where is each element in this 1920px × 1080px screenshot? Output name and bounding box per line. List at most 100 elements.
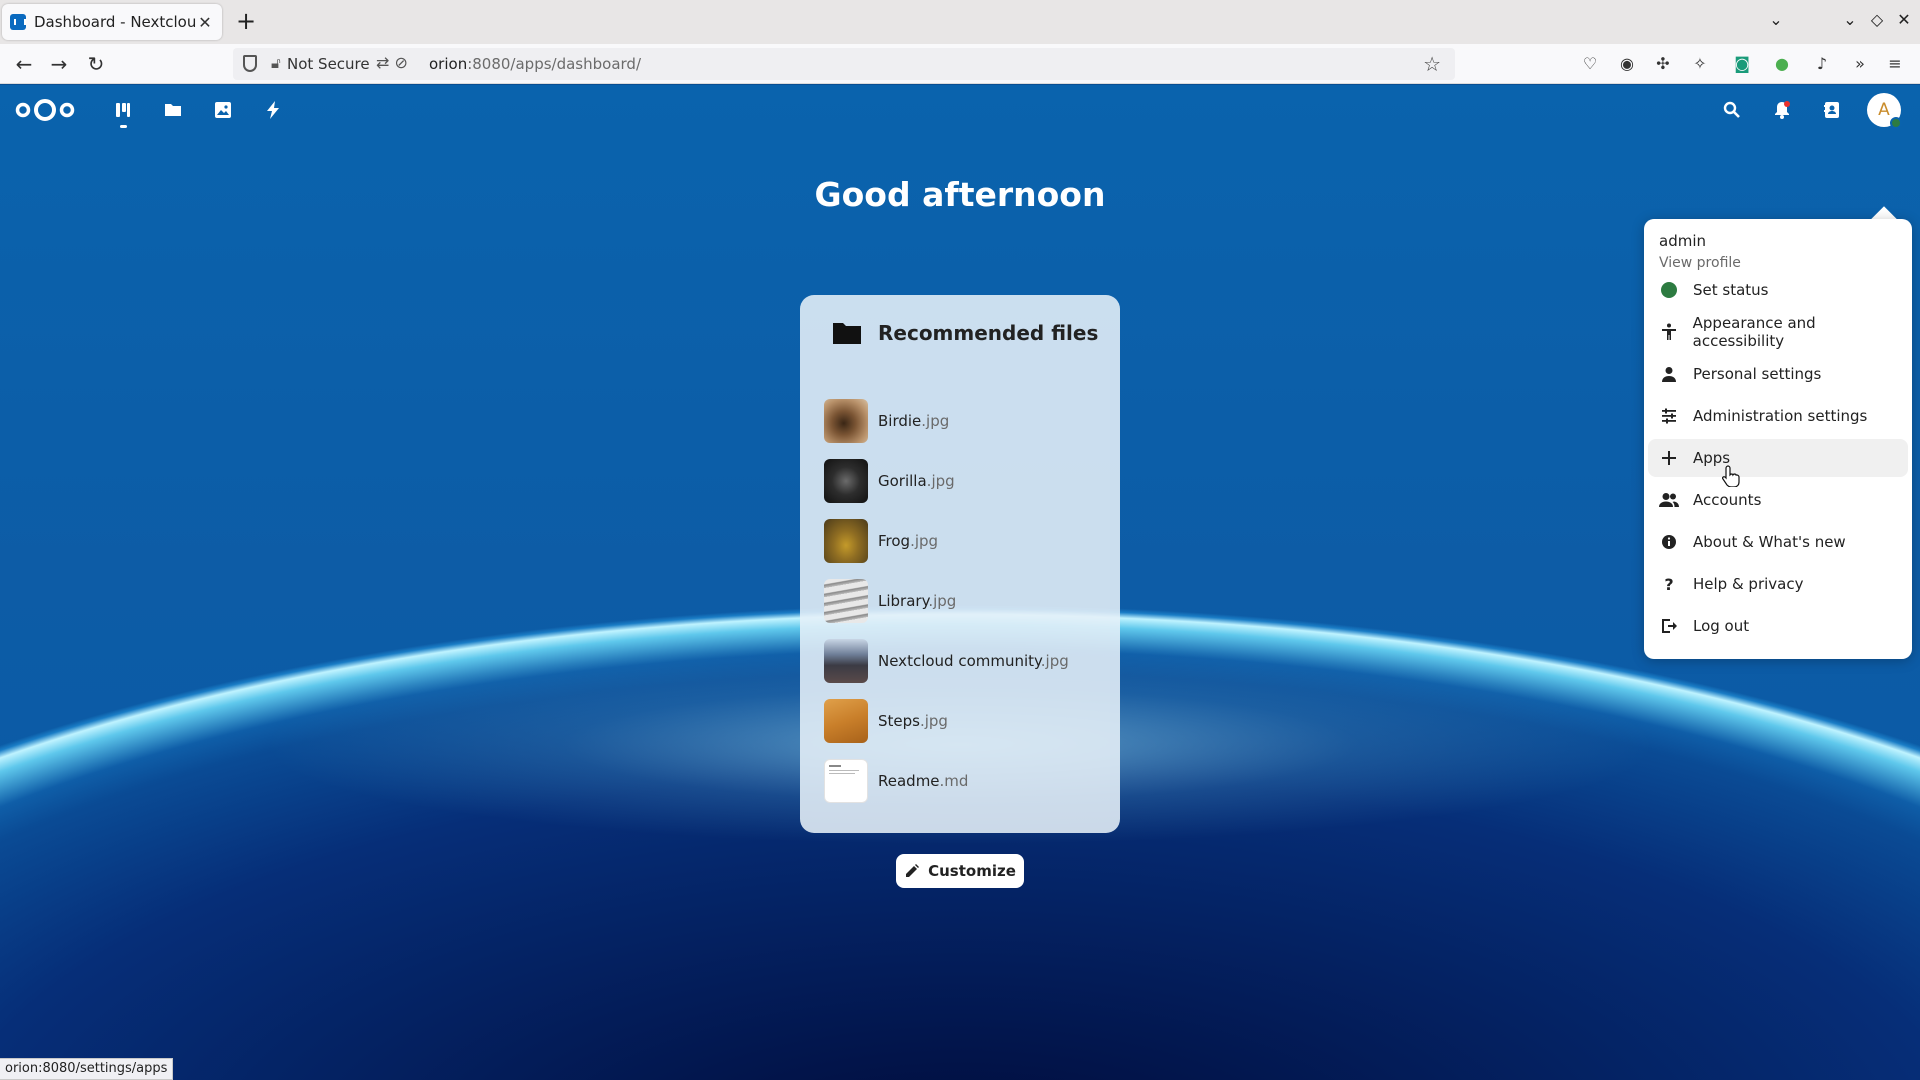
menu-item-label: Appearance and accessibility <box>1692 314 1816 350</box>
hand-cursor-icon <box>1722 465 1740 487</box>
file-name: Gorilla.jpg <box>878 472 955 490</box>
file-name: Library.jpg <box>878 592 957 610</box>
steps-thumbnail <box>824 699 868 743</box>
close-window-icon[interactable]: ✕ <box>1892 10 1916 29</box>
menu-item-accounts[interactable]: Accounts <box>1648 481 1908 519</box>
pocket-icon[interactable]: ♡ <box>1580 54 1600 74</box>
back-icon[interactable]: ← <box>10 50 38 78</box>
customize-button[interactable]: Customize <box>896 854 1024 888</box>
menu-item-personal-settings[interactable]: Personal settings <box>1648 355 1908 393</box>
greeting-heading: Good afternoon <box>814 175 1106 214</box>
dashboard-app-icon[interactable] <box>111 98 135 128</box>
extensions-icon[interactable]: ✣ <box>1653 54 1673 74</box>
extension-puzzle-icon[interactable]: ✧ <box>1690 54 1710 74</box>
customize-label: Customize <box>928 862 1016 880</box>
user-menu: admin View profile Set status Appearance… <box>1644 219 1912 659</box>
url-path: :8080/apps/dashboard/ <box>467 55 641 73</box>
nextcloud-favicon-icon <box>10 14 26 30</box>
photos-app-icon[interactable] <box>211 98 235 122</box>
notifications-bell-icon[interactable] <box>1770 98 1794 122</box>
folder-icon <box>833 323 861 344</box>
nextcloud-dashboard: A Good afternoon Recommended files Birdi… <box>0 85 1920 1080</box>
tab-title: Dashboard - Nextcloud <box>34 13 196 31</box>
file-name: Frog.jpg <box>878 532 939 550</box>
url-bar[interactable]: 🔓︎ Not Secure ⇄ ⊘ orion:8080/apps/dashbo… <box>233 48 1455 80</box>
menu-item-label: Administration settings <box>1693 407 1868 425</box>
list-item[interactable]: Steps.jpg <box>824 691 1104 751</box>
new-tab-button[interactable]: + <box>232 8 260 36</box>
info-icon <box>1659 532 1679 552</box>
music-extension-icon[interactable]: ♪ <box>1812 54 1832 74</box>
online-status-dot <box>1890 117 1902 129</box>
list-item[interactable]: Frog.jpg <box>824 511 1104 571</box>
menu-item-label: Set status <box>1693 281 1769 299</box>
view-profile-link[interactable]: View profile <box>1659 255 1741 271</box>
menu-item-log-out[interactable]: Log out <box>1648 607 1908 645</box>
leaf-extension-icon[interactable]: ● <box>1772 54 1792 74</box>
accessibility-icon <box>1659 322 1679 342</box>
insecure-lock-icon: 🔓︎ <box>271 54 281 72</box>
not-secure-label[interactable]: Not Secure <box>287 55 370 73</box>
list-item[interactable]: Gorilla.jpg <box>824 451 1104 511</box>
nextcloud-community-thumbnail <box>824 639 868 683</box>
list-item[interactable]: Readme.md <box>824 751 1104 811</box>
person-icon <box>1659 364 1679 384</box>
url-text[interactable]: orion:8080/apps/dashboard/ <box>429 55 641 73</box>
maximize-icon[interactable]: ◇ <box>1865 10 1889 29</box>
list-tabs-icon[interactable]: ⌄ <box>1764 10 1788 29</box>
menu-item-administration-settings[interactable]: Administration settings <box>1648 397 1908 435</box>
more-tools-icon[interactable]: » <box>1850 54 1870 74</box>
browser-tab[interactable]: Dashboard - Nextcloud ✕ <box>2 4 222 40</box>
file-list: Birdie.jpg Gorilla.jpg Frog.jpg Library.… <box>824 391 1104 811</box>
widget-title: Recommended files <box>878 321 1099 345</box>
pencil-icon <box>906 864 920 877</box>
menu-item-label: Help & privacy <box>1693 575 1804 593</box>
menu-item-label: Log out <box>1693 617 1750 635</box>
file-name: Steps.jpg <box>878 712 948 730</box>
activity-app-icon[interactable] <box>261 98 285 122</box>
url-host: orion <box>429 55 468 73</box>
minimize-icon[interactable]: ⌄ <box>1838 10 1862 29</box>
file-name: Nextcloud community.jpg <box>878 652 1069 670</box>
browser-status-url: orion:8080/settings/apps <box>0 1058 174 1080</box>
menu-item-apps[interactable]: Apps <box>1648 439 1908 477</box>
nextcloud-logo-icon[interactable] <box>14 97 76 123</box>
status-online-icon <box>1659 280 1679 300</box>
plus-icon <box>1659 448 1679 468</box>
tracking-shield-icon[interactable] <box>243 55 257 72</box>
menu-item-label: About & What's new <box>1693 533 1846 551</box>
contacts-icon[interactable] <box>1820 98 1844 122</box>
permissions-icon[interactable]: ⇄ ⊘ <box>376 53 408 72</box>
user-menu-name[interactable]: admin <box>1659 232 1706 250</box>
menu-item-appearance[interactable]: Appearance and accessibility <box>1648 313 1908 351</box>
list-item[interactable]: Birdie.jpg <box>824 391 1104 451</box>
menu-item-label: Accounts <box>1693 491 1762 509</box>
reload-icon[interactable]: ↻ <box>82 50 110 78</box>
forward-icon[interactable]: → <box>45 50 73 78</box>
menu-item-set-status[interactable]: Set status <box>1648 271 1908 309</box>
logout-icon <box>1659 616 1679 636</box>
menu-item-about[interactable]: About & What's new <box>1648 523 1908 561</box>
close-tab-icon[interactable]: ✕ <box>196 13 214 32</box>
menu-icon[interactable]: ≡ <box>1885 54 1905 74</box>
search-icon[interactable] <box>1720 98 1744 122</box>
readme-thumbnail <box>824 759 868 803</box>
tune-icon <box>1659 406 1679 426</box>
recommended-files-widget: Recommended files Birdie.jpg Gorilla.jpg… <box>800 295 1120 833</box>
birdie-thumbnail <box>824 399 868 443</box>
screenshot-extension-icon[interactable]: ◙ <box>1732 54 1752 74</box>
file-name: Birdie.jpg <box>878 412 950 430</box>
gorilla-thumbnail <box>824 459 868 503</box>
list-item[interactable]: Nextcloud community.jpg <box>824 631 1104 691</box>
file-name: Readme.md <box>878 772 969 790</box>
browser-nav-bar: ← → ↻ 🔓︎ Not Secure ⇄ ⊘ orion:8080/apps/… <box>0 44 1920 84</box>
nextcloud-header: A <box>0 85 1920 135</box>
help-icon: ? <box>1664 574 1674 594</box>
account-icon[interactable]: ◉ <box>1617 54 1637 74</box>
files-app-icon[interactable] <box>161 98 185 122</box>
bookmark-star-icon[interactable]: ☆ <box>1423 52 1441 76</box>
menu-item-help-privacy[interactable]: ? Help & privacy <box>1648 565 1908 603</box>
browser-tab-bar: Dashboard - Nextcloud ✕ + ⌄ ⌄ ◇ ✕ <box>0 0 1920 44</box>
library-thumbnail <box>824 579 868 623</box>
list-item[interactable]: Library.jpg <box>824 571 1104 631</box>
